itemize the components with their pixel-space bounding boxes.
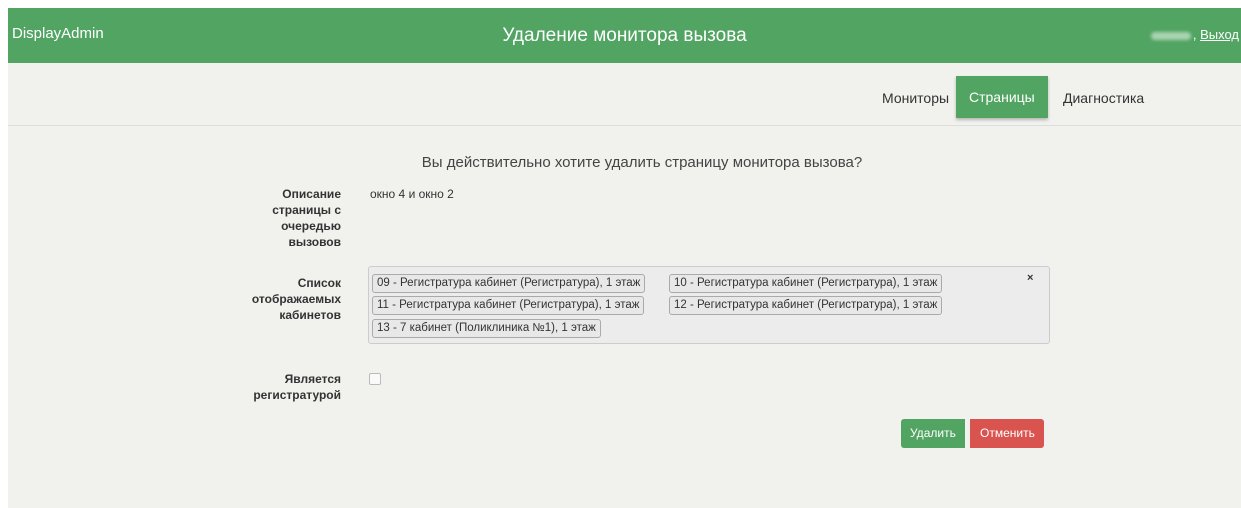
nav-monitors[interactable]: Мониторы <box>870 83 961 113</box>
nav-diagnostics[interactable]: Диагностика <box>1051 83 1156 113</box>
cabinet-chip[interactable]: 11 - Регистратура кабинет (Регистратура)… <box>372 296 645 315</box>
cabinet-chip[interactable]: 13 - 7 кабинет (Поликлиника №1), 1 этаж <box>372 319 601 338</box>
clear-icon[interactable]: × <box>1027 272 1033 284</box>
cabinet-chip[interactable]: 09 - Регистратура кабинет (Регистратура)… <box>372 274 646 293</box>
cabinet-chip[interactable]: 10 - Регистратура кабинет (Регистратура)… <box>669 274 943 293</box>
app-frame: DisplayAdmin Удаление монитора вызова , … <box>8 8 1241 508</box>
cabinets-label: Список отображаемых кабинетов <box>251 276 341 322</box>
registry-checkbox[interactable] <box>369 373 381 385</box>
registry-label: Является регистратурой <box>253 372 341 402</box>
logout-link[interactable]: Выход <box>1200 27 1239 42</box>
user-name-blurred <box>1150 31 1191 40</box>
page-title: Удаление монитора вызова <box>502 25 747 46</box>
confirm-question: Вы действительно хотите удалить страницу… <box>421 154 863 171</box>
cabinet-chip[interactable]: 12 - Регистратура кабинет (Регистратура)… <box>669 296 943 315</box>
delete-button[interactable]: Удалить <box>901 419 965 448</box>
description-label: Описание страницы с очередью вызовов <box>272 187 341 249</box>
nav-pages[interactable]: Страницы <box>956 76 1048 118</box>
cancel-button[interactable]: Отменить <box>970 419 1044 448</box>
nav-bar: Мониторы Страницы Диагностика <box>8 63 1241 126</box>
description-value: окно 4 и окно 2 <box>370 187 454 201</box>
top-bar: DisplayAdmin Удаление монитора вызова , … <box>8 8 1241 63</box>
user-area: , Выход <box>1150 27 1239 42</box>
